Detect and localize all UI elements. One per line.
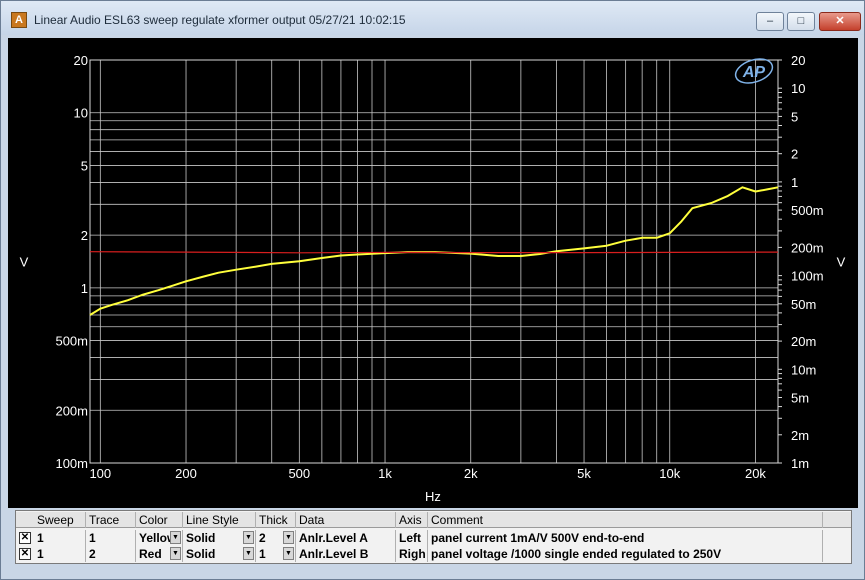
axis-cell[interactable]: Left bbox=[396, 530, 428, 546]
y-left-tick-label: 20 bbox=[74, 53, 88, 68]
x-tick-label: 5k bbox=[577, 466, 591, 481]
y-left-tick-label: 5 bbox=[81, 158, 88, 173]
header-axis: Axis bbox=[396, 512, 428, 528]
trace-settings-panel: Sweep Trace Color Line Style Thick Data … bbox=[15, 510, 852, 564]
y-right-tick-label: 50m bbox=[791, 297, 816, 312]
trace-enable-checkbox[interactable]: ✕ bbox=[19, 532, 31, 544]
title-bar[interactable]: A Linear Audio ESL63 sweep regulate xfor… bbox=[1, 1, 864, 35]
thick-dropdown-icon[interactable]: ▼ bbox=[283, 531, 294, 544]
x-tick-label: 1k bbox=[378, 466, 392, 481]
header-data: Data bbox=[296, 512, 396, 528]
y-right-tick-label: 20m bbox=[791, 334, 816, 349]
window-title: Linear Audio ESL63 sweep regulate xforme… bbox=[34, 13, 406, 27]
ap-logo-icon: AP bbox=[742, 64, 766, 81]
ap-logo-icon[interactable]: A bbox=[11, 12, 27, 28]
x-tick-label: 2k bbox=[464, 466, 478, 481]
trace-cell[interactable]: 2 bbox=[86, 546, 136, 562]
y-right-axis-label: V bbox=[837, 255, 846, 270]
header-line-style: Line Style bbox=[183, 512, 256, 528]
header-color: Color bbox=[136, 512, 183, 528]
color-dropdown-icon[interactable]: ▼ bbox=[170, 531, 181, 544]
comment-cell[interactable]: panel current 1mA/V 500V end-to-end bbox=[428, 530, 823, 546]
x-tick-label: 10k bbox=[659, 466, 680, 481]
y-left-tick-label: 2 bbox=[81, 228, 88, 243]
sweep-cell[interactable]: 1 bbox=[34, 530, 86, 546]
y-right-tick-label: 500m bbox=[791, 203, 824, 218]
trace-cell[interactable]: 1 bbox=[86, 530, 136, 546]
sweep-graph[interactable]: 20 10 5 2 1 500m 200m 100m 20 10 5 2 1 500m 200m 100m 50… bbox=[8, 38, 858, 508]
y-left-tick-label: 500m bbox=[55, 334, 88, 349]
y-left-axis-label: V bbox=[20, 255, 29, 270]
minimize-button[interactable]: – bbox=[756, 12, 784, 31]
data-cell[interactable]: Anlr.Level A bbox=[296, 530, 396, 546]
x-tick-label: 20k bbox=[745, 466, 766, 481]
y-left-tick-label: 100m bbox=[55, 456, 88, 471]
x-tick-label: 200 bbox=[175, 466, 197, 481]
y-right-tick-label: 5 bbox=[791, 109, 798, 124]
header-trace: Trace bbox=[86, 512, 136, 528]
trace-row[interactable]: ✕ 1 1 Yellow ▼ Solid ▼ 2 ▼ Anlr.Level A … bbox=[16, 530, 851, 546]
header-comment: Comment bbox=[428, 512, 823, 528]
color-dropdown-icon[interactable]: ▼ bbox=[170, 547, 181, 560]
y-right-tick-label: 10m bbox=[791, 362, 816, 377]
app-window: A Linear Audio ESL63 sweep regulate xfor… bbox=[0, 0, 865, 580]
comment-cell[interactable]: panel voltage /1000 single ended regulat… bbox=[428, 546, 823, 562]
y-right-tick-label: 1 bbox=[791, 175, 798, 190]
y-right-tick-label: 100m bbox=[791, 269, 824, 284]
y-left-tick-label: 10 bbox=[74, 106, 88, 121]
axis-cell[interactable]: Righ bbox=[396, 546, 428, 562]
y-right-tick-label: 10 bbox=[791, 81, 805, 96]
header-thick: Thick bbox=[256, 512, 296, 528]
y-right-tick-label: 2m bbox=[791, 428, 809, 443]
y-right-tick-label: 5m bbox=[791, 391, 809, 406]
sweep-cell[interactable]: 1 bbox=[34, 546, 86, 562]
maximize-button[interactable]: □ bbox=[787, 12, 815, 31]
y-right-tick-label: 200m bbox=[791, 240, 824, 255]
x-axis-label: Hz bbox=[425, 489, 441, 504]
y-left-tick-label: 200m bbox=[55, 403, 88, 418]
header-sweep: Sweep bbox=[34, 512, 86, 528]
trace-table-header: Sweep Trace Color Line Style Thick Data … bbox=[16, 512, 851, 528]
graph-panel[interactable]: 20 10 5 2 1 500m 200m 100m 20 10 5 2 1 500m 200m 100m 50… bbox=[8, 38, 858, 508]
trace-enable-checkbox[interactable]: ✕ bbox=[19, 548, 31, 560]
close-button[interactable]: ✕ bbox=[819, 12, 861, 31]
line-style-dropdown-icon[interactable]: ▼ bbox=[243, 547, 254, 560]
thick-dropdown-icon[interactable]: ▼ bbox=[283, 547, 294, 560]
y-right-tick-label: 20 bbox=[791, 53, 805, 68]
data-cell[interactable]: Anlr.Level B bbox=[296, 546, 396, 562]
trace-row[interactable]: ✕ 1 2 Red ▼ Solid ▼ 1 ▼ Anlr.Level B Rig… bbox=[16, 546, 851, 562]
x-tick-label: 100 bbox=[89, 466, 111, 481]
y-right-tick-label: 1m bbox=[791, 456, 809, 471]
y-right-tick-label: 2 bbox=[791, 147, 798, 162]
y-left-tick-label: 1 bbox=[81, 281, 88, 296]
line-style-dropdown-icon[interactable]: ▼ bbox=[243, 531, 254, 544]
x-tick-label: 500 bbox=[288, 466, 310, 481]
